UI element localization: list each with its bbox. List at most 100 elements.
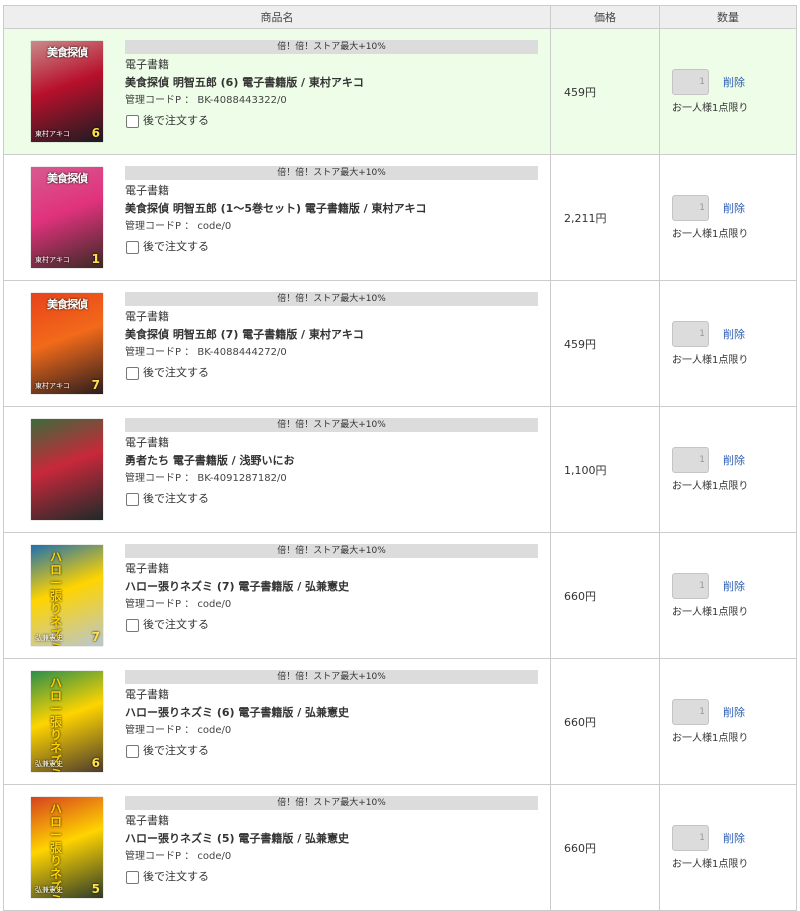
product-title[interactable]: ハロー張りネズミ (7) 電子書籍版 / 弘兼憲史 <box>125 579 540 595</box>
product-cell: ハロー張りネズミ 弘兼憲史 7 倍！倍！ストア最大+10% 電子書籍 ハロー張り… <box>3 532 551 659</box>
promo-banner: 倍！倍！ストア最大+10% <box>125 40 538 54</box>
order-later-option[interactable]: 後で注文する <box>125 365 540 381</box>
product-category: 電子書籍 <box>125 436 169 449</box>
cover-title-text: 美食探偵 <box>47 172 88 185</box>
book-cover-image[interactable]: 美食探偵 東村アキコ 7 <box>31 293 103 394</box>
product-cell: 美食探偵 東村アキコ 7 倍！倍！ストア最大+10% 電子書籍 美食探偵 明智五… <box>3 280 551 407</box>
quantity-input[interactable] <box>672 321 709 347</box>
order-later-option[interactable]: 後で注文する <box>125 113 540 129</box>
product-price: 1,100円 <box>564 463 607 477</box>
product-category: 電子書籍 <box>125 58 169 71</box>
cover-volume-number: 6 <box>91 756 100 770</box>
order-later-label: 後で注文する <box>143 240 209 253</box>
order-later-checkbox[interactable] <box>126 240 139 254</box>
cart-row: ハロー張りネズミ 弘兼憲史 5 倍！倍！ストア最大+10% 電子書籍 ハロー張り… <box>3 784 797 911</box>
order-later-option[interactable]: 後で注文する <box>125 239 540 255</box>
order-later-checkbox[interactable] <box>126 618 139 632</box>
order-later-label: 後で注文する <box>143 870 209 883</box>
purchase-limit-note: お一人様1点限り <box>672 733 749 744</box>
book-cover-image[interactable]: ハロー張りネズミ 弘兼憲史 5 <box>31 797 103 898</box>
product-code: 管理コードP ： code/0 <box>125 599 232 610</box>
purchase-limit-note: お一人様1点限り <box>672 859 749 870</box>
quantity-input[interactable] <box>672 447 709 473</box>
header-product: 商品名 <box>3 5 551 29</box>
cover-title-text: ハロー張りネズミ <box>49 550 62 647</box>
cover-volume-number: 6 <box>91 126 100 140</box>
book-cover-image[interactable] <box>31 419 103 520</box>
product-title[interactable]: 美食探偵 明智五郎 (7) 電子書籍版 / 東村アキコ <box>125 327 540 343</box>
promo-banner: 倍！倍！ストア最大+10% <box>125 418 538 432</box>
purchase-limit-note: お一人様1点限り <box>672 607 749 618</box>
product-price: 459円 <box>564 85 596 99</box>
quantity-input[interactable] <box>672 699 709 725</box>
quantity-input[interactable] <box>672 69 709 95</box>
cart-row: ハロー張りネズミ 弘兼憲史 7 倍！倍！ストア最大+10% 電子書籍 ハロー張り… <box>3 532 797 659</box>
quantity-cell: 削除 お一人様1点限り <box>659 154 797 281</box>
price-cell: 660円 <box>550 784 660 911</box>
cart-row: 美食探偵 東村アキコ 1 倍！倍！ストア最大+10% 電子書籍 美食探偵 明智五… <box>3 154 797 281</box>
product-title[interactable]: 美食探偵 明智五郎 (6) 電子書籍版 / 東村アキコ <box>125 75 540 91</box>
quantity-input[interactable] <box>672 195 709 221</box>
product-price: 459円 <box>564 337 596 351</box>
cover-author-text: 弘兼憲史 <box>35 886 63 894</box>
quantity-input[interactable] <box>672 825 709 851</box>
book-cover-image[interactable]: 美食探偵 東村アキコ 1 <box>31 167 103 268</box>
product-code: 管理コードP ： BK-4088444272/0 <box>125 347 287 358</box>
order-later-checkbox[interactable] <box>126 492 139 506</box>
price-cell: 660円 <box>550 658 660 785</box>
cover-title-text <box>33 422 101 438</box>
cover-volume-number: 7 <box>91 378 100 392</box>
product-title[interactable]: ハロー張りネズミ (5) 電子書籍版 / 弘兼憲史 <box>125 831 540 847</box>
order-later-checkbox[interactable] <box>126 366 139 380</box>
product-title[interactable]: 美食探偵 明智五郎 (1～5巻セット) 電子書籍版 / 東村アキコ <box>125 201 540 217</box>
order-later-checkbox[interactable] <box>126 114 139 128</box>
cover-title-text: ハロー張りネズミ <box>49 802 62 899</box>
delete-link[interactable]: 削除 <box>723 830 745 846</box>
cover-title-text: 美食探偵 <box>47 46 88 59</box>
book-cover-image[interactable]: ハロー張りネズミ 弘兼憲史 7 <box>31 545 103 646</box>
product-cell: 美食探偵 東村アキコ 6 倍！倍！ストア最大+10% 電子書籍 美食探偵 明智五… <box>3 28 551 155</box>
product-cell: ハロー張りネズミ 弘兼憲史 5 倍！倍！ストア最大+10% 電子書籍 ハロー張り… <box>3 784 551 911</box>
delete-link[interactable]: 削除 <box>723 578 745 594</box>
cover-author-text: 東村アキコ <box>35 256 70 264</box>
purchase-limit-note: お一人様1点限り <box>672 355 749 366</box>
product-code: 管理コードP ： BK-4091287182/0 <box>125 473 287 484</box>
order-later-checkbox[interactable] <box>126 744 139 758</box>
book-cover-image[interactable]: 美食探偵 東村アキコ 6 <box>31 41 103 142</box>
cart-row: 美食探偵 東村アキコ 7 倍！倍！ストア最大+10% 電子書籍 美食探偵 明智五… <box>3 280 797 407</box>
product-price: 2,211円 <box>564 211 607 225</box>
book-cover-image[interactable]: ハロー張りネズミ 弘兼憲史 6 <box>31 671 103 772</box>
order-later-option[interactable]: 後で注文する <box>125 617 540 633</box>
purchase-limit-note: お一人様1点限り <box>672 103 749 114</box>
cover-author-text: 東村アキコ <box>35 382 70 390</box>
quantity-cell: 削除 お一人様1点限り <box>659 532 797 659</box>
cover-title-text: 美食探偵 <box>47 298 88 311</box>
price-cell: 2,211円 <box>550 154 660 281</box>
delete-link[interactable]: 削除 <box>723 326 745 342</box>
product-title[interactable]: ハロー張りネズミ (6) 電子書籍版 / 弘兼憲史 <box>125 705 540 721</box>
order-later-checkbox[interactable] <box>126 870 139 884</box>
delete-link[interactable]: 削除 <box>723 74 745 90</box>
cover-author-text: 弘兼憲史 <box>35 760 63 768</box>
quantity-cell: 削除 お一人様1点限り <box>659 784 797 911</box>
promo-banner: 倍！倍！ストア最大+10% <box>125 796 538 810</box>
product-code: 管理コードP ： code/0 <box>125 725 232 736</box>
order-later-option[interactable]: 後で注文する <box>125 491 540 507</box>
quantity-input[interactable] <box>672 573 709 599</box>
product-price: 660円 <box>564 841 596 855</box>
product-cell: ハロー張りネズミ 弘兼憲史 6 倍！倍！ストア最大+10% 電子書籍 ハロー張り… <box>3 658 551 785</box>
cover-volume-number: 7 <box>91 630 100 644</box>
product-title[interactable]: 勇者たち 電子書籍版 / 浅野いにお <box>125 453 540 469</box>
delete-link[interactable]: 削除 <box>723 452 745 468</box>
order-later-option[interactable]: 後で注文する <box>125 743 540 759</box>
price-cell: 660円 <box>550 532 660 659</box>
delete-link[interactable]: 削除 <box>723 200 745 216</box>
cart-header-row: 商品名 価格 数量 <box>3 5 797 29</box>
order-later-option[interactable]: 後で注文する <box>125 869 540 885</box>
cover-author-text: 東村アキコ <box>35 130 70 138</box>
promo-banner: 倍！倍！ストア最大+10% <box>125 544 538 558</box>
product-category: 電子書籍 <box>125 814 169 827</box>
product-category: 電子書籍 <box>125 310 169 323</box>
delete-link[interactable]: 削除 <box>723 704 745 720</box>
price-cell: 1,100円 <box>550 406 660 533</box>
